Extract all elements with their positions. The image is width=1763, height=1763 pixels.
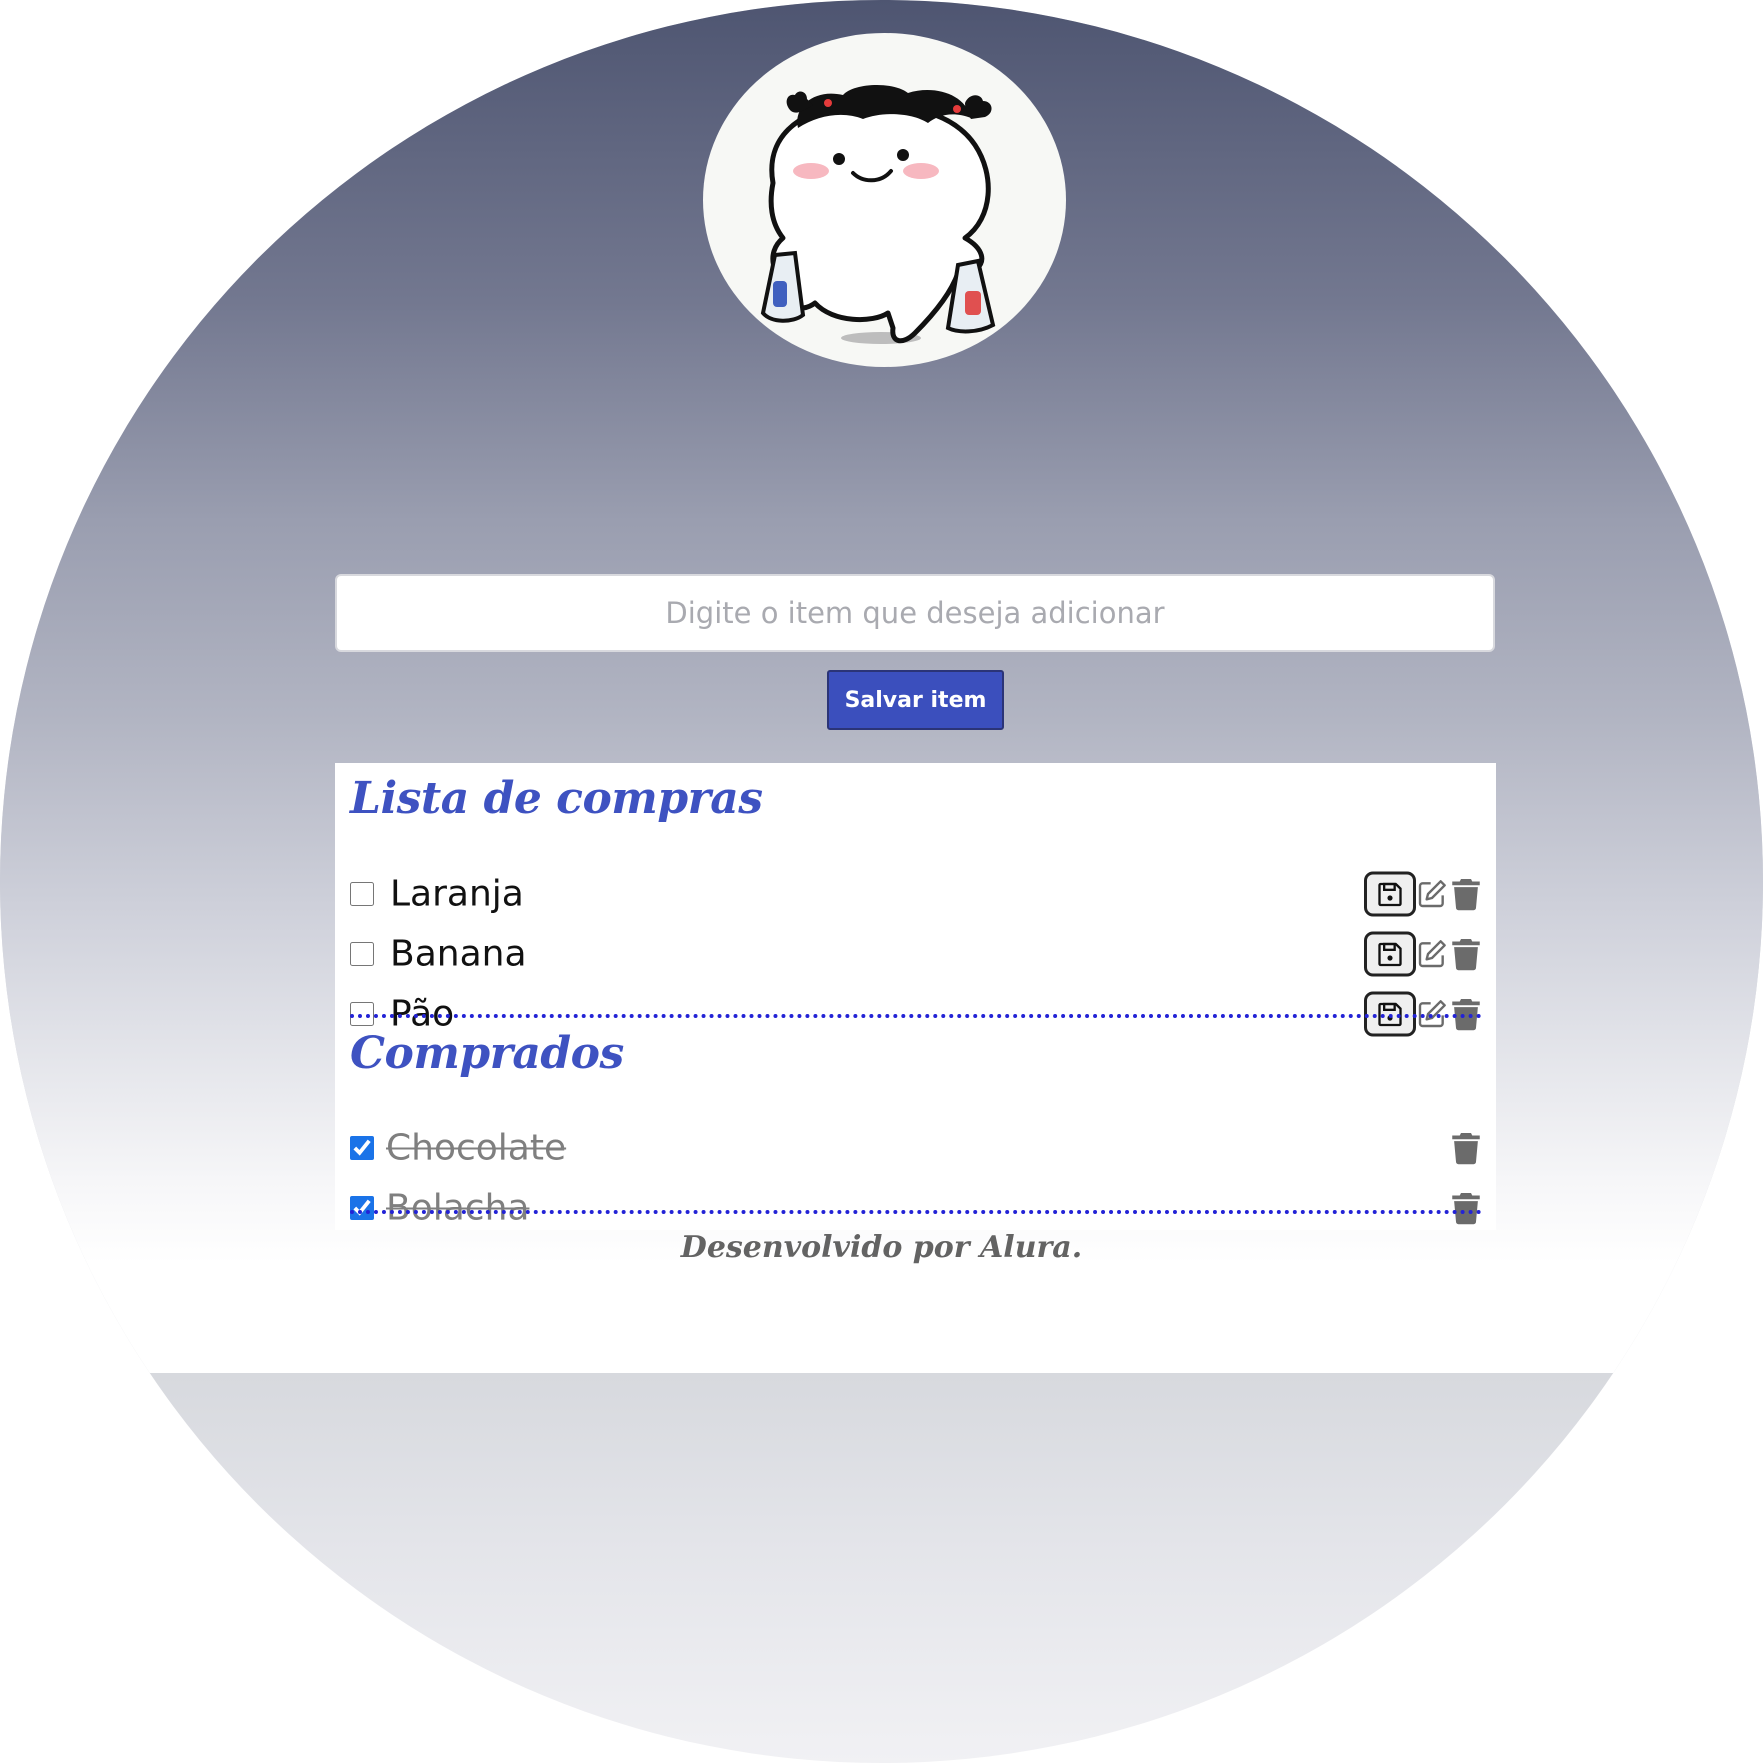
list-item: Banana bbox=[350, 926, 1482, 982]
pencil-square-icon bbox=[1418, 880, 1446, 908]
item-checkbox[interactable] bbox=[350, 1136, 374, 1160]
item-checkbox[interactable] bbox=[350, 882, 374, 906]
shopping-character-illustration bbox=[760, 84, 996, 344]
delete-button[interactable] bbox=[1450, 876, 1482, 912]
list-item: Laranja bbox=[350, 866, 1482, 922]
list-item: Bolacha bbox=[350, 1180, 1482, 1236]
trash-icon bbox=[1452, 1193, 1480, 1225]
list-panel: Lista de compras Laranja Banana Pão Comp… bbox=[335, 763, 1496, 1230]
delete-button[interactable] bbox=[1450, 936, 1482, 972]
item-checkbox[interactable] bbox=[350, 1196, 374, 1220]
list-divider bbox=[350, 1014, 1482, 1018]
purchased-divider bbox=[350, 1210, 1482, 1214]
save-item-button[interactable]: Salvar item bbox=[827, 670, 1004, 730]
edit-button[interactable] bbox=[1416, 936, 1448, 972]
footer-credit: Desenvolvido por Alura. bbox=[680, 1230, 1083, 1265]
item-input[interactable] bbox=[335, 574, 1495, 652]
item-checkbox[interactable] bbox=[350, 942, 374, 966]
floppy-disk-icon bbox=[1378, 882, 1402, 906]
list-item: Chocolate bbox=[350, 1120, 1482, 1176]
floppy-disk-icon bbox=[1378, 942, 1402, 966]
trash-icon bbox=[1452, 1133, 1480, 1165]
trash-icon bbox=[1452, 879, 1480, 911]
trash-icon bbox=[1452, 939, 1480, 971]
save-button[interactable] bbox=[1364, 871, 1416, 917]
purchased-title: Comprados bbox=[350, 1028, 624, 1079]
save-button[interactable] bbox=[1364, 931, 1416, 977]
item-label: Bolacha bbox=[386, 1187, 530, 1229]
item-label: Banana bbox=[390, 933, 527, 975]
delete-button[interactable] bbox=[1450, 1130, 1482, 1166]
shopping-list-title: Lista de compras bbox=[350, 773, 763, 824]
item-label: Chocolate bbox=[386, 1127, 567, 1169]
delete-button[interactable] bbox=[1450, 1190, 1482, 1226]
edit-button[interactable] bbox=[1416, 876, 1448, 912]
avatar-image bbox=[703, 33, 1066, 367]
item-label: Laranja bbox=[390, 873, 524, 915]
pencil-square-icon bbox=[1418, 940, 1446, 968]
